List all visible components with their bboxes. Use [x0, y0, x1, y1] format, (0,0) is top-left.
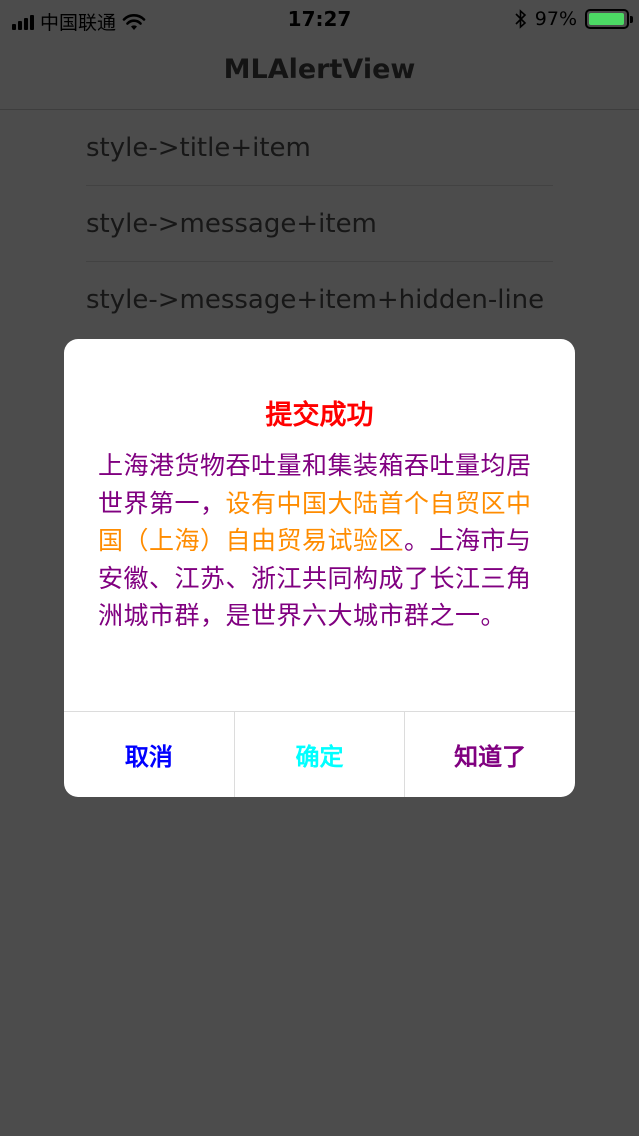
status-right: 97% — [515, 8, 633, 30]
list-item-title-item[interactable]: style->title+item — [86, 110, 553, 186]
style-list: style->title+item style->message+item st… — [0, 110, 639, 338]
battery-cap — [630, 16, 633, 23]
battery-percent: 97% — [534, 8, 577, 30]
alert-actions: 取消 确定 知道了 — [64, 712, 575, 797]
alert-title: 提交成功 — [265, 400, 374, 431]
list-item-message-item-hidden-line[interactable]: style->message+item+hidden-line — [86, 262, 553, 338]
bluetooth-icon — [515, 9, 526, 29]
status-bar: 中国联通 17:27 97% — [0, 0, 639, 40]
battery-fill — [589, 13, 624, 25]
got-it-button[interactable]: 知道了 — [405, 712, 575, 797]
cancel-button[interactable]: 取消 — [64, 712, 235, 797]
list-item-message-item[interactable]: style->message+item — [86, 186, 553, 262]
confirm-button[interactable]: 确定 — [235, 712, 406, 797]
alert-message: 上海港货物吞吐量和集装箱吞吐量均居世界第一，设有中国大陆首个自贸区中国（上海）自… — [98, 447, 541, 635]
alert-dialog: 提交成功 上海港货物吞吐量和集装箱吞吐量均居世界第一，设有中国大陆首个自贸区中国… — [64, 339, 575, 797]
battery-icon — [585, 9, 633, 29]
navigation-bar: MLAlertView — [0, 40, 639, 110]
page-title: MLAlertView — [223, 54, 416, 85]
